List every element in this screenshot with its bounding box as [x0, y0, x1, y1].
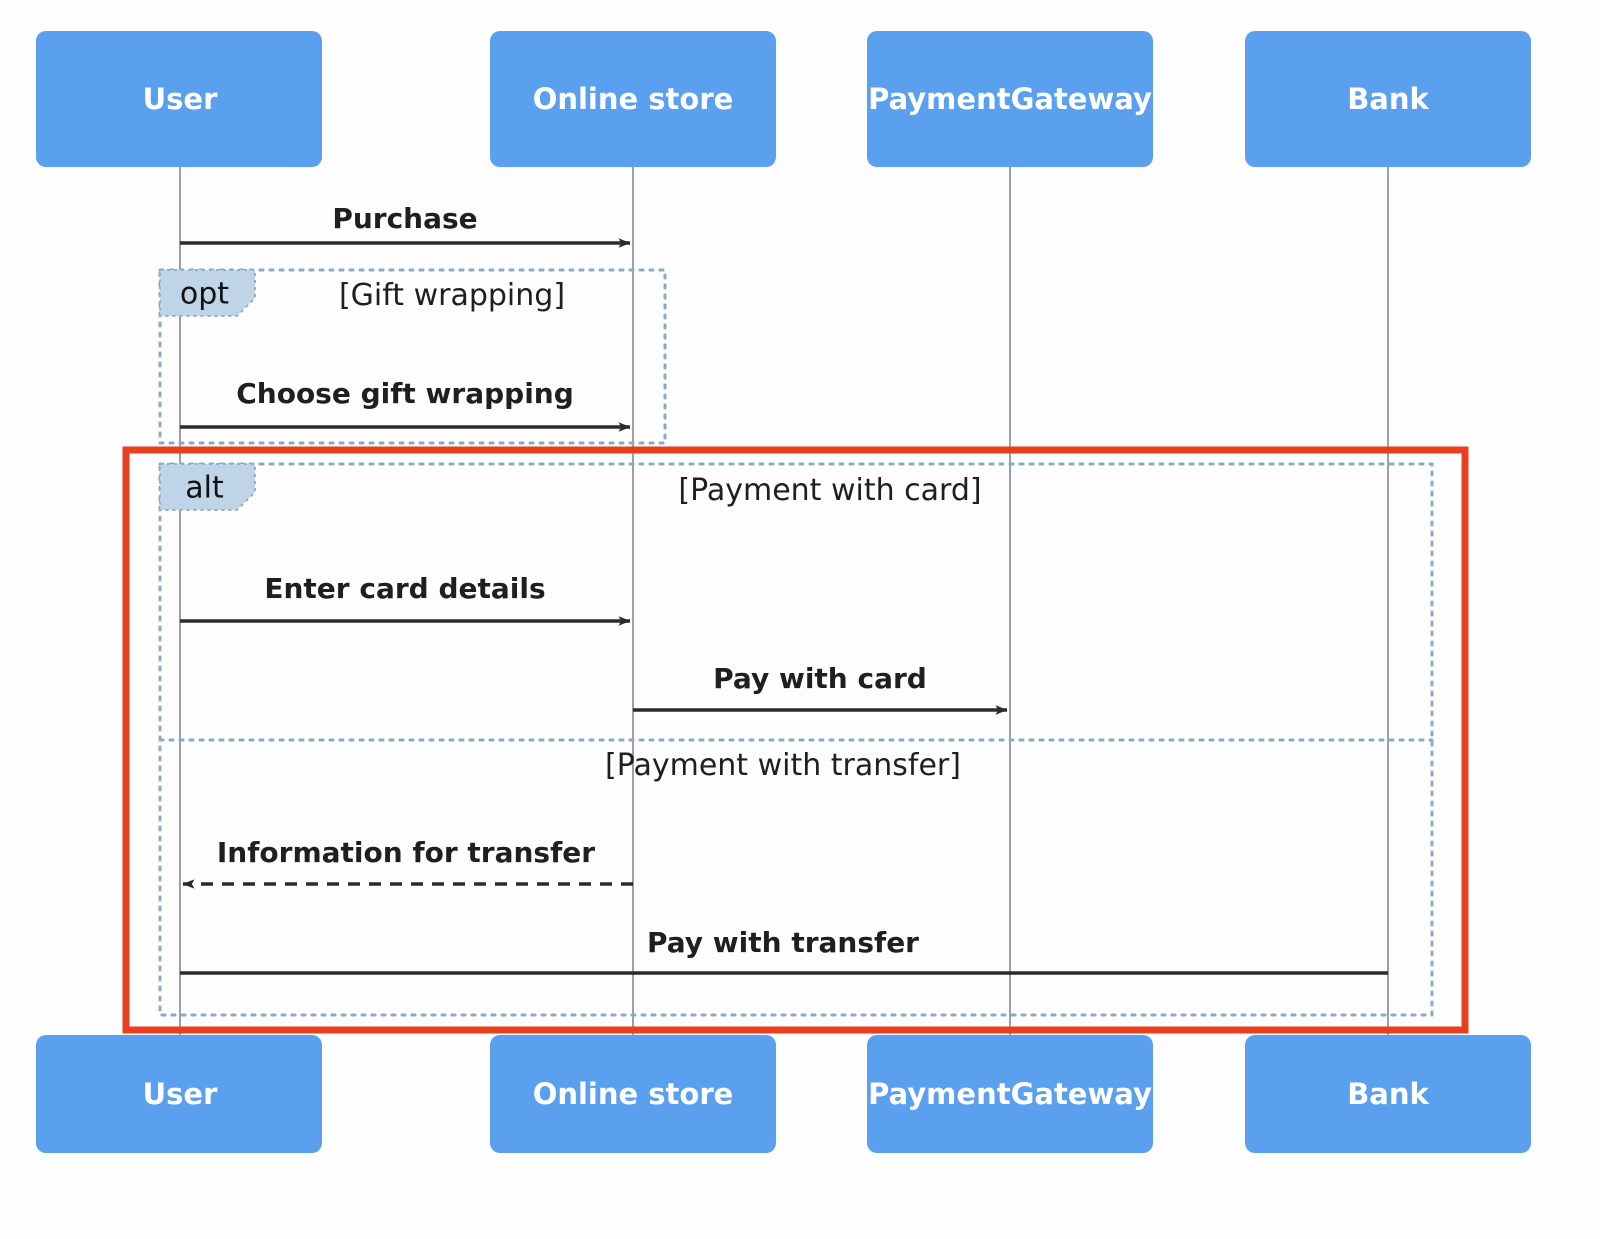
- participant-label-store-bottom: Online store: [533, 1077, 734, 1111]
- participant-label-user-top: User: [143, 82, 218, 116]
- message-label-m4: Pay with card: [713, 662, 927, 695]
- fragment-operator-label-alt-payment: alt: [185, 471, 224, 506]
- sequence-diagram-canvas: opt [Gift wrapping] alt [Payment with card]…: [0, 0, 1600, 1239]
- participant-label-bank-top: Bank: [1347, 82, 1429, 116]
- participant-label-bank-bottom: Bank: [1347, 1077, 1429, 1111]
- fragment-guard-alt-payment: [Payment with card]: [678, 473, 981, 508]
- message-label-m5: Information for transfer: [217, 836, 595, 869]
- fragment-alt-guard-alt-payment-0: [Payment with transfer]: [605, 748, 961, 783]
- fragment-guard-opt-gift-wrapping: [Gift wrapping]: [339, 278, 565, 313]
- participant-header-group: User Online store PaymentGateway Bank: [36, 31, 1531, 167]
- sequence-diagram-svg: opt [Gift wrapping] alt [Payment with card]…: [36, 31, 1531, 1153]
- participant-footer-group: User Online store PaymentGateway Bank: [36, 1035, 1531, 1153]
- participant-label-gateway-bottom: PaymentGateway: [868, 1077, 1152, 1111]
- message-label-m3: Enter card details: [264, 572, 545, 605]
- participant-label-user-bottom: User: [143, 1077, 218, 1111]
- messages-group: Purchase Choose gift wrapping Enter card d…: [180, 202, 1388, 975]
- message-label-m6: Pay with transfer: [647, 926, 919, 959]
- message-label-m2: Choose gift wrapping: [236, 377, 574, 410]
- participant-label-gateway-top: PaymentGateway: [868, 82, 1152, 116]
- fragment-operator-label-opt-gift-wrapping: opt: [180, 277, 229, 312]
- participant-label-store-top: Online store: [533, 82, 734, 116]
- message-label-m1: Purchase: [332, 202, 477, 235]
